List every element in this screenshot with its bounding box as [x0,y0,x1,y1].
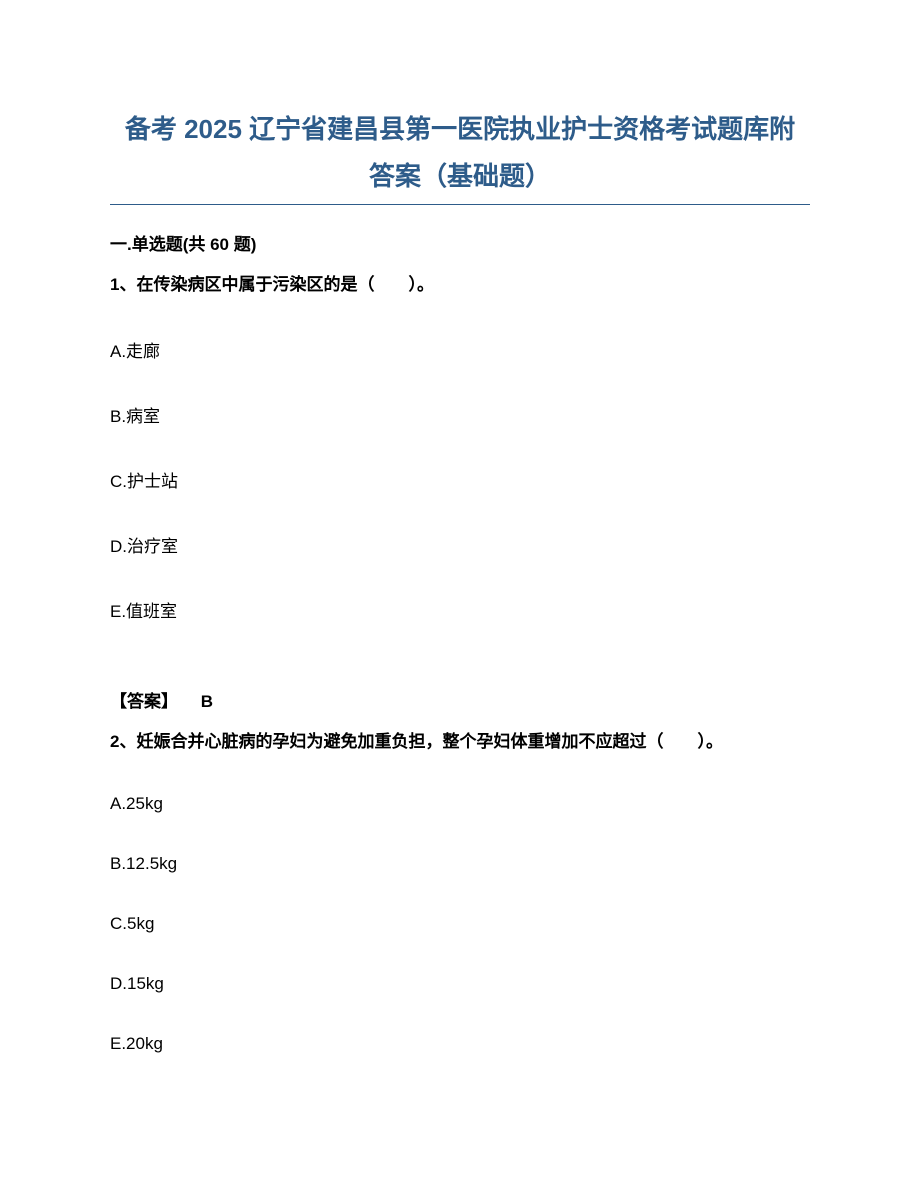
question-1-option-e: E.值班室 [110,597,810,622]
answer-value: B [201,692,213,711]
document-title-line1: 备考 2025 辽宁省建昌县第一医院执业护士资格考试题库附 [110,110,810,149]
question-1-answer: 【答案】 B [110,687,810,712]
question-2-option-a: A.25kg [110,794,810,814]
section-header: 一.单选题(共 60 题) [110,230,810,255]
question-2-text: 2、妊娠合并心脏病的孕妇为避免加重负担，整个孕妇体重增加不应超过（ ）。 [110,730,810,754]
question-2-option-c: C.5kg [110,914,810,934]
answer-label: 【答案】 [110,692,178,711]
question-2-option-b: B.12.5kg [110,854,810,874]
question-2-option-d: D.15kg [110,974,810,994]
question-1-text: 1、在传染病区中属于污染区的是（ ）。 [110,273,810,297]
question-1-option-c: C.护士站 [110,467,810,492]
title-underline [110,204,810,205]
question-1-option-a: A.走廊 [110,337,810,362]
question-2-option-e: E.20kg [110,1034,810,1054]
question-1-option-b: B.病室 [110,402,810,427]
question-1-option-d: D.治疗室 [110,532,810,557]
document-title-line2: 答案（基础题） [110,157,810,196]
